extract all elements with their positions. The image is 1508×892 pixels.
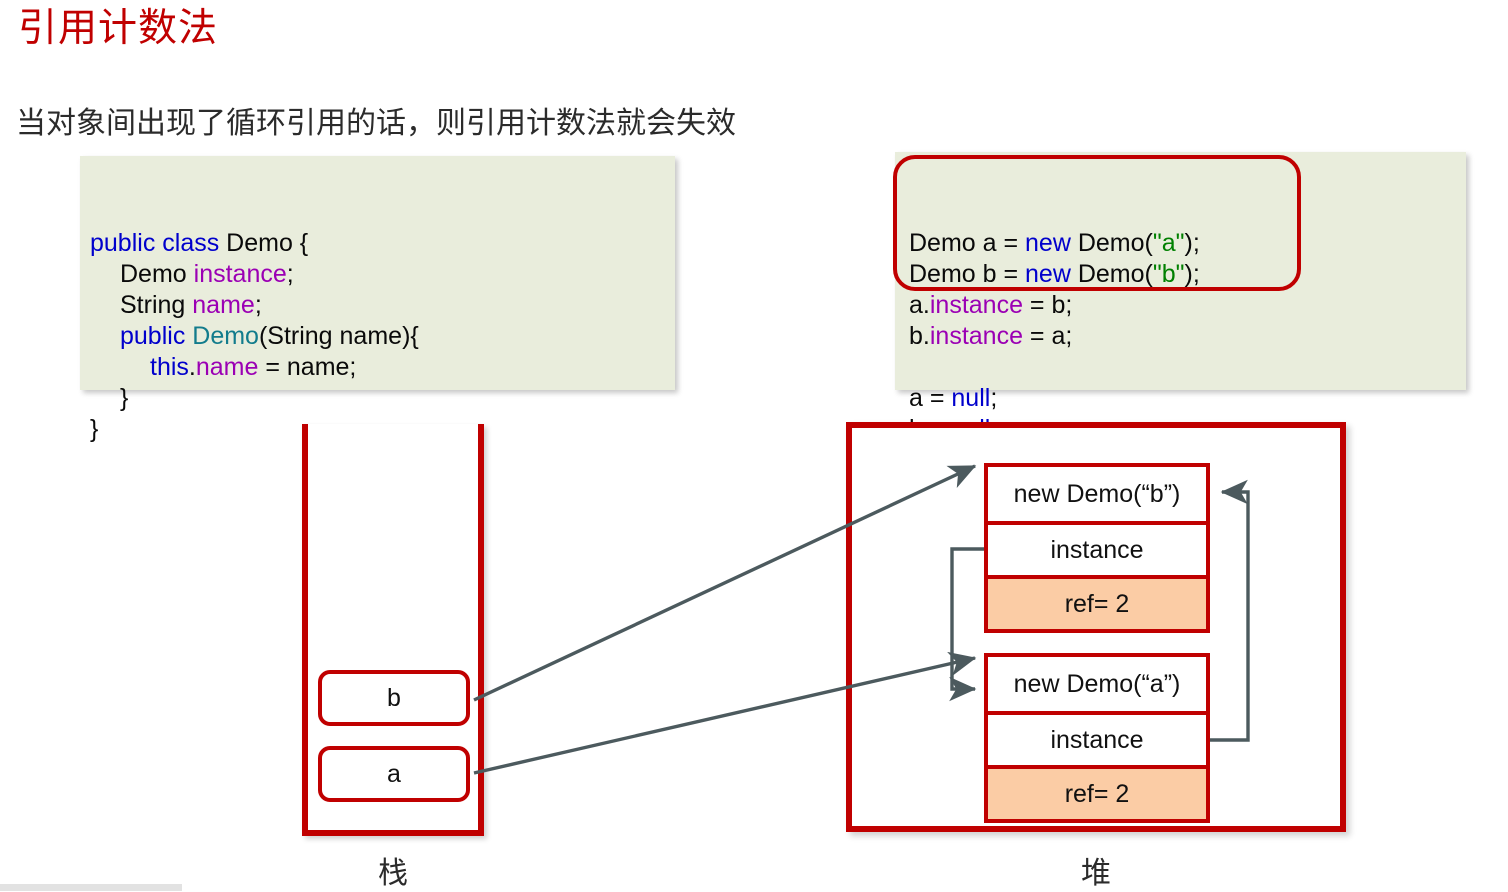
code-main-token: ); <box>1184 229 1200 257</box>
code-panel-class-definition: public class Demo {Demo instance; String … <box>80 156 675 443</box>
code-class-token: } <box>90 415 99 443</box>
code-class-token: } <box>120 384 129 412</box>
heap-object-b-instance-field: instance <box>988 521 1206 575</box>
heap-object-a-instance-field: instance <box>988 711 1206 765</box>
code-class-token: name <box>195 353 259 381</box>
code-panel-main-snippet: Demo a = new Demo("a"); Demo b = new Demo… <box>895 152 1466 443</box>
code-main-token: "a" <box>1152 229 1185 257</box>
code-main-token: null <box>951 384 991 412</box>
heap-label: 堆 <box>1081 857 1111 890</box>
heap-object-a: new Demo(“a”) instance ref= 2 <box>984 653 1210 823</box>
stack-label: 栈 <box>378 857 408 890</box>
code-main-token: a = <box>909 384 952 412</box>
code-class-line-1: Demo instance; <box>90 259 675 290</box>
code-main-token: instance <box>929 291 1023 319</box>
code-class-token: = name; <box>258 353 357 381</box>
code-class-token: name <box>192 291 255 319</box>
code-class-token: instance <box>193 260 287 288</box>
code-lines-class: public class Demo {Demo instance; String … <box>90 228 675 445</box>
code-main-token: = b; <box>1022 291 1073 319</box>
code-class-line-4: this.name = name; <box>90 352 675 383</box>
heap-object-a-title: new Demo(“a”) <box>988 657 1206 711</box>
code-class-token: (String name){ <box>258 322 419 350</box>
code-main-token: ); <box>1184 260 1200 288</box>
heap-object-b-title: new Demo(“b”) <box>988 467 1206 521</box>
bottom-status-bar-sliver <box>0 884 182 891</box>
code-class-line-0: public class Demo { <box>90 228 675 259</box>
code-main-token: a. <box>909 291 930 319</box>
code-class-token: Demo <box>192 322 259 350</box>
code-class-token: Demo { <box>226 229 309 257</box>
code-main-token: Demo a = <box>909 229 1026 257</box>
code-main-token: instance <box>929 322 1023 350</box>
code-main-token: new <box>1025 229 1078 257</box>
code-main-token: Demo b = <box>909 260 1026 288</box>
code-main-line-4 <box>909 352 1466 383</box>
heap-object-a-refcount: ref= 2 <box>988 765 1206 819</box>
code-main-token: ; <box>990 384 998 412</box>
code-main-token: b. <box>909 322 930 350</box>
code-main-line-0: Demo a = new Demo("a"); <box>909 228 1466 259</box>
code-class-token: Demo <box>120 260 194 288</box>
code-class-token: String <box>120 291 193 319</box>
page-subtitle: 当对象间出现了循环引用的话，则引用计数法就会失效 <box>16 107 736 140</box>
code-class-line-2: String name; <box>90 290 675 321</box>
code-class-token: this <box>150 353 189 381</box>
code-main-line-2: a.instance = b; <box>909 290 1466 321</box>
stack-slot-b: b <box>318 670 470 726</box>
code-class-token: public class <box>90 229 227 257</box>
code-class-line-3: public Demo(String name){ <box>90 321 675 352</box>
code-main-token: Demo( <box>1077 260 1153 288</box>
code-main-line-5: a = null; <box>909 383 1466 414</box>
code-main-token: Demo( <box>1077 229 1153 257</box>
code-class-token: . <box>188 353 196 381</box>
heap-object-b-refcount: ref= 2 <box>988 575 1206 629</box>
code-main-line-1: Demo b = new Demo("b"); <box>909 259 1466 290</box>
code-class-line-5: } <box>90 383 675 414</box>
code-class-token: public <box>120 322 193 350</box>
code-main-token: = a; <box>1022 322 1073 350</box>
heap-object-b: new Demo(“b”) instance ref= 2 <box>984 463 1210 633</box>
stack-slot-a: a <box>318 746 470 802</box>
code-main-token <box>909 353 916 381</box>
code-lines-main: Demo a = new Demo("a"); Demo b = new Demo… <box>909 228 1466 445</box>
code-class-token: ; <box>286 260 294 288</box>
code-main-line-3: b.instance = a; <box>909 321 1466 352</box>
code-main-token: "b" <box>1152 260 1185 288</box>
code-main-token: new <box>1025 260 1078 288</box>
code-class-token: ; <box>254 291 262 319</box>
page-title: 引用计数法 <box>18 7 219 50</box>
